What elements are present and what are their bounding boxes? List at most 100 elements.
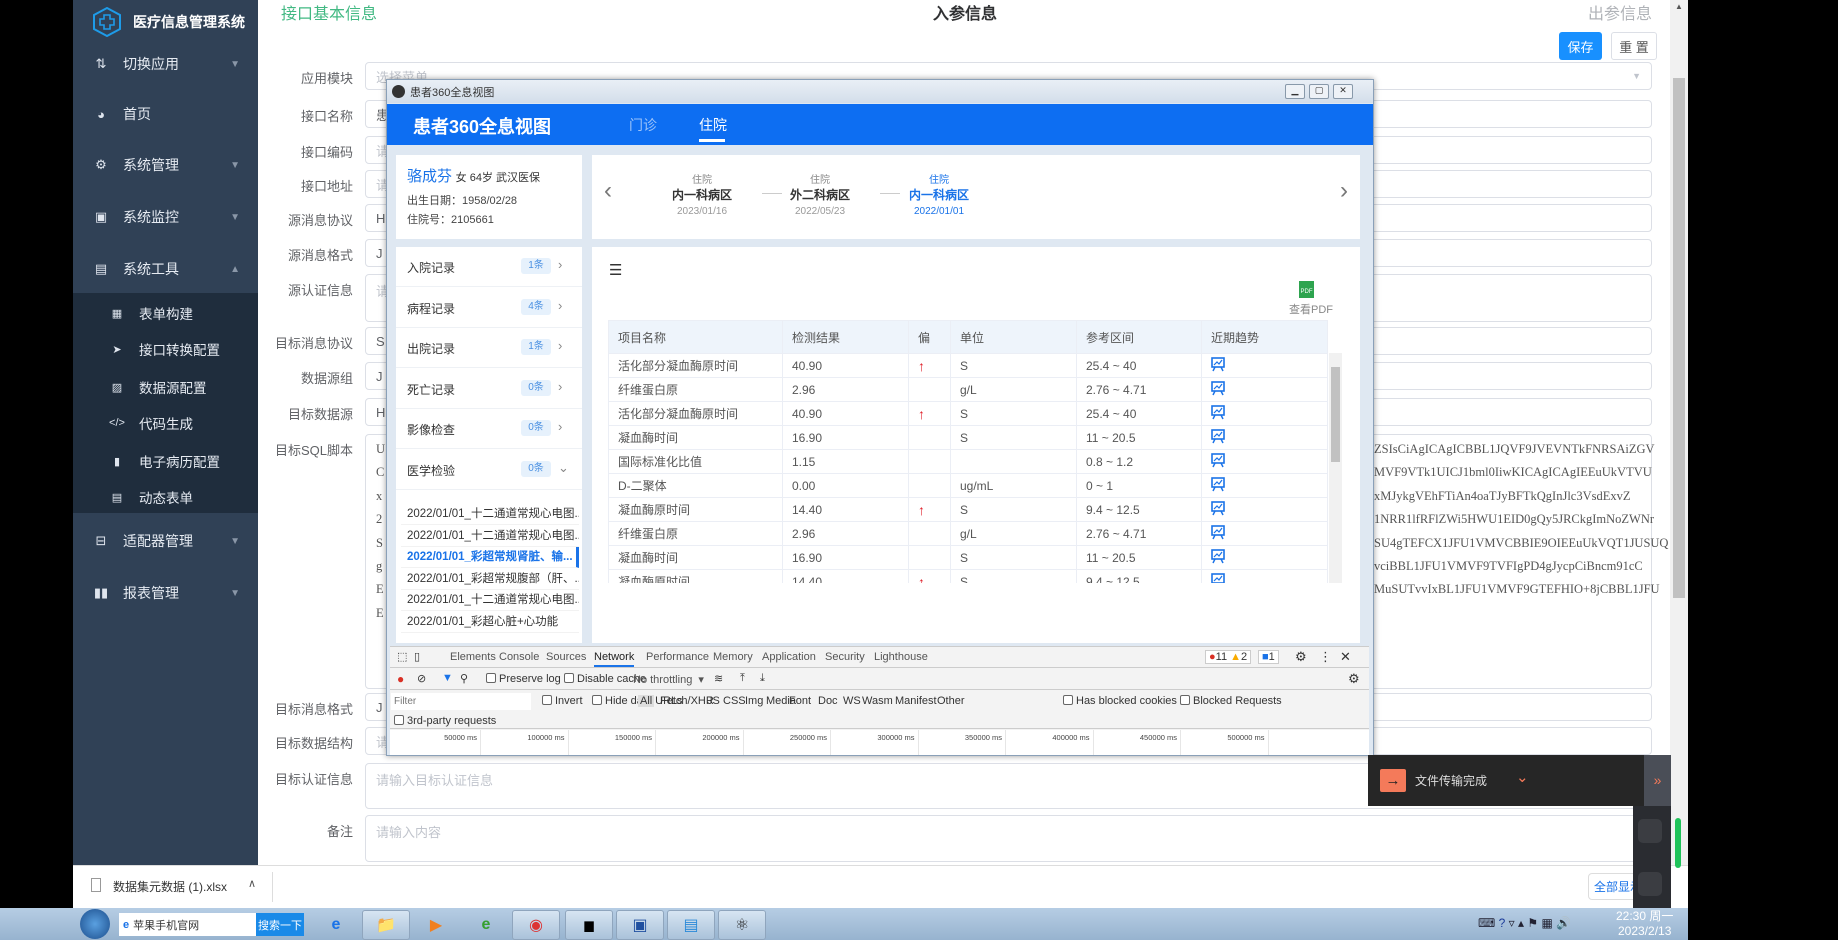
trend-chart-icon[interactable]	[1211, 524, 1225, 540]
exam-item[interactable]: 2022/01/01_十二通道常规心电图...	[401, 504, 579, 525]
type-filter-font[interactable]: Font	[789, 695, 811, 707]
clock[interactable]: 22:30 周一 2023/2/13	[1616, 909, 1673, 939]
expand-panel-button[interactable]: »	[1644, 755, 1671, 806]
devtools-tab-performance[interactable]: Performance	[646, 651, 709, 663]
record-category[interactable]: 入院记录 1条 ›	[396, 247, 582, 287]
menu-icon[interactable]: ☰	[609, 261, 622, 279]
search-button[interactable]: 搜索一下	[256, 913, 304, 936]
download-file-name[interactable]: 数据集元数据 (1).xlsx	[113, 878, 227, 895]
notepad-icon[interactable]: ▤	[667, 910, 715, 940]
type-filter-js[interactable]: JS	[707, 695, 720, 707]
filter-icon[interactable]: ▼	[442, 672, 453, 684]
trend-chart-icon[interactable]	[1211, 380, 1225, 396]
tab-outpatient[interactable]: 门诊	[629, 115, 657, 135]
devtools-tab-lighthouse[interactable]: Lighthouse	[874, 651, 928, 663]
tray-icons[interactable]: ⌨ ? ▿ ▴ ⚑ ▦ 🔊	[1478, 916, 1571, 930]
chevron-up-icon[interactable]: ∧	[248, 877, 256, 890]
taskbar-search-box[interactable]: e 苹果手机官网	[119, 913, 256, 936]
filter-input[interactable]	[391, 693, 531, 710]
clear-icon[interactable]: ⊘	[417, 672, 426, 685]
tab-input-params[interactable]: 入参信息	[933, 0, 997, 24]
sidebar-item-emr-config[interactable]: ▮ 电子病历配置	[73, 443, 258, 479]
sidebar-item-datasource-config[interactable]: ▨ 数据源配置	[73, 369, 258, 405]
app-icon[interactable]	[1638, 819, 1662, 843]
record-category[interactable]: 医学检验 0条 ⌄	[396, 450, 582, 490]
close-devtools-icon[interactable]: ✕	[1340, 649, 1351, 665]
blocked-requests-checkbox[interactable]: Blocked Requests	[1180, 695, 1282, 707]
type-filter-all[interactable]: All	[638, 695, 655, 707]
sidebar-item-home[interactable]: ◕ 首页	[73, 92, 258, 136]
issues-counter[interactable]: ●11 ▲2	[1205, 650, 1252, 664]
save-button[interactable]: 保存	[1559, 32, 1602, 60]
ie-icon[interactable]: e	[312, 910, 360, 940]
remote-desktop-icon[interactable]: ▣	[616, 910, 664, 940]
start-button[interactable]	[80, 909, 110, 939]
inspect-icon[interactable]: ⬚	[397, 650, 407, 663]
explorer-icon[interactable]: 📁	[362, 910, 410, 940]
record-category[interactable]: 出院记录 1条 ›	[396, 328, 582, 369]
preserve-log-checkbox[interactable]: Preserve log	[486, 673, 561, 685]
type-filter-manifest[interactable]: Manifest	[895, 695, 937, 707]
trend-chart-icon[interactable]	[1211, 404, 1225, 420]
tab-inpatient[interactable]: 住院	[699, 115, 727, 135]
messages-counter[interactable]: ■1	[1258, 650, 1279, 664]
sidebar-item-system-management[interactable]: ⚙ 系统管理 ▼	[73, 143, 258, 187]
chevron-left-icon[interactable]: ‹	[604, 177, 612, 205]
settings-icon[interactable]: ⚙	[1295, 649, 1307, 665]
field-input[interactable]: 请输入内容	[365, 815, 1652, 862]
sidebar-item-system-tools[interactable]: ▤ 系统工具 ▲	[73, 247, 258, 291]
type-filter-css[interactable]: CSS	[723, 695, 746, 707]
record-category[interactable]: 影像检查 0条 ›	[396, 409, 582, 450]
invert-checkbox[interactable]: Invert	[542, 695, 583, 707]
devtools-tab-security[interactable]: Security	[825, 651, 865, 663]
download-icon[interactable]: ⤓	[760, 672, 765, 685]
reset-button[interactable]: 重 置	[1611, 32, 1657, 60]
trend-chart-icon[interactable]	[1211, 452, 1225, 468]
chevron-right-icon[interactable]: ›	[558, 257, 562, 272]
chevron-down-icon[interactable]: ⌄	[1516, 768, 1529, 786]
sidebar-item-adapter[interactable]: ⊟ 适配器管理 ▼	[73, 519, 258, 563]
minimize-button[interactable]: ▁	[1285, 84, 1305, 99]
trend-chart-icon[interactable]	[1211, 548, 1225, 564]
trend-chart-icon[interactable]	[1211, 356, 1225, 372]
device-toolbar-icon[interactable]: ▯	[414, 650, 420, 663]
has-blocked-cookies-checkbox[interactable]: Has blocked cookies	[1063, 695, 1177, 707]
terminal-icon[interactable]: ▆	[565, 910, 613, 940]
electron-app-icon[interactable]: ⚛	[718, 910, 766, 940]
chevron-right-icon[interactable]: ›	[558, 379, 562, 394]
visit-item[interactable]: 住院 内一科病区 2023/01/16	[652, 171, 752, 217]
visit-item[interactable]: 住院 内一科病区 2022/01/01	[889, 171, 989, 217]
sidebar-item-switch-app[interactable]: ⇅ 切换应用 ▼	[73, 42, 258, 86]
trend-chart-icon[interactable]	[1211, 476, 1225, 492]
record-category[interactable]: 死亡记录 0条 ›	[396, 369, 582, 409]
sidebar-item-form-builder[interactable]: ▦ 表单构建	[73, 295, 258, 331]
pdf-icon[interactable]: PDF	[1299, 281, 1314, 298]
chevron-down-icon[interactable]: ⌄	[558, 460, 569, 476]
exam-item[interactable]: 2022/01/01_彩超常规腹部（肝、...	[401, 569, 579, 590]
tab-output-params[interactable]: 出参信息	[1588, 0, 1652, 24]
exam-item[interactable]: 2022/01/01_彩超心脏+心功能	[401, 612, 579, 633]
caret-down-icon[interactable]: ▼	[1632, 71, 1641, 81]
exam-item[interactable]: 2022/01/01_十二通道常规心电图...	[401, 526, 579, 547]
view-pdf-link[interactable]: 查看PDF	[1289, 301, 1333, 317]
upload-icon[interactable]: ⤒	[740, 672, 745, 685]
chevron-right-icon[interactable]: ›	[558, 419, 562, 434]
record-category[interactable]: 病程记录 4条 ›	[396, 288, 582, 328]
search-icon[interactable]: ⚲	[460, 672, 468, 685]
chevron-right-icon[interactable]: ›	[558, 298, 562, 313]
type-filter-img[interactable]: Img	[745, 695, 763, 707]
devtools-tab-memory[interactable]: Memory	[713, 651, 753, 663]
exam-item[interactable]: 2022/01/01_十二通道常规心电图...	[401, 590, 579, 612]
third-party-checkbox[interactable]: 3rd-party requests	[394, 715, 496, 727]
page-scrollbar[interactable]: ▲	[1670, 0, 1688, 865]
devtools-tab-application[interactable]: Application	[762, 651, 816, 663]
devtools-tab-network[interactable]: Network	[594, 651, 635, 667]
tab-basic-info[interactable]: 接口基本信息	[281, 0, 377, 24]
network-settings-icon[interactable]: ⚙	[1348, 671, 1360, 687]
type-filter-ws[interactable]: WS	[843, 695, 861, 707]
network-conditions-icon[interactable]: ≋	[714, 672, 723, 685]
sidebar-item-code-gen[interactable]: </> 代码生成	[73, 405, 258, 441]
chevron-right-icon[interactable]: ›	[558, 338, 562, 353]
type-filter-other[interactable]: Other	[937, 695, 965, 707]
visit-item[interactable]: 住院 外二科病区 2022/05/23	[770, 171, 870, 217]
